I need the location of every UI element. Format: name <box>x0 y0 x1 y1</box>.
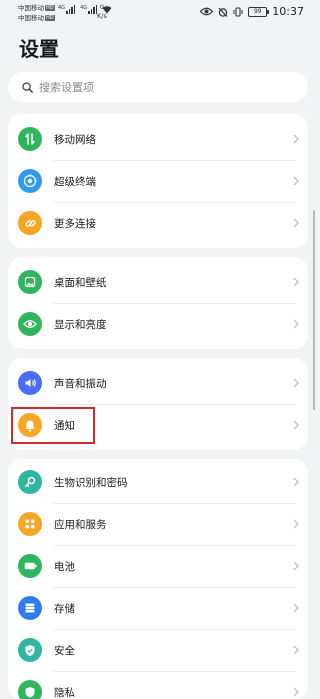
search-placeholder: 搜索设置项 <box>39 79 94 95</box>
link-icon <box>18 211 42 235</box>
network-speed-value: 0 <box>97 3 107 12</box>
chevron-right-icon <box>292 420 300 430</box>
page-title: 设置 <box>19 33 59 62</box>
settings-item-security[interactable]: 安全 <box>8 629 308 671</box>
signal-1-icon: 4G <box>58 5 75 14</box>
settings-item-label: 应用和服务 <box>54 517 107 532</box>
settings-item-label: 更多连接 <box>54 216 96 231</box>
hd-badge: HD <box>45 5 55 11</box>
settings-item-more-connections[interactable]: 更多连接 <box>8 202 308 244</box>
eye-comfort-icon <box>200 7 213 16</box>
settings-item-super-device[interactable]: 超级终端 <box>8 160 308 202</box>
eye-icon <box>18 312 42 336</box>
settings-item-display-brightness[interactable]: 显示和亮度 <box>8 303 308 345</box>
hd-badge: HD <box>45 15 55 21</box>
key-icon <box>18 470 42 494</box>
wallpaper-icon <box>18 270 42 294</box>
chevron-right-icon <box>292 134 300 144</box>
settings-item-label: 生物识别和密码 <box>54 475 128 490</box>
settings-item-label: 超级终端 <box>54 174 96 189</box>
status-right-group: 99 10:37 <box>200 5 304 18</box>
privacy-icon <box>18 680 42 699</box>
chevron-right-icon <box>292 687 300 697</box>
sound-icon <box>18 371 42 395</box>
settings-item-label: 存储 <box>54 601 75 616</box>
chevron-right-icon <box>292 561 300 571</box>
network-speed-unit: K/s <box>97 12 107 21</box>
highlight-annotation-box <box>11 407 95 444</box>
chevron-right-icon <box>292 319 300 329</box>
settings-item-label: 显示和亮度 <box>54 317 107 332</box>
chevron-right-icon <box>292 477 300 487</box>
settings-item-storage[interactable]: 存储 <box>8 587 308 629</box>
search-icon <box>22 82 33 93</box>
apps-icon <box>18 512 42 536</box>
mobile-network-icon <box>18 127 42 151</box>
settings-item-label: 安全 <box>54 643 75 658</box>
chevron-right-icon <box>292 277 300 287</box>
super-device-icon <box>18 169 42 193</box>
chevron-right-icon <box>292 645 300 655</box>
chevron-right-icon <box>292 603 300 613</box>
battery-indicator: 99 <box>248 7 267 17</box>
settings-item-label: 桌面和壁纸 <box>54 275 107 290</box>
search-input[interactable]: 搜索设置项 <box>8 72 308 102</box>
signal-2-icon: 4G <box>80 5 97 14</box>
settings-item-biometrics-password[interactable]: 生物识别和密码 <box>8 461 308 503</box>
settings-group-connectivity: 移动网络 超级终端 更多连接 <box>8 114 308 248</box>
settings-item-label: 隐私 <box>54 685 75 699</box>
settings-item-battery[interactable]: 电池 <box>8 545 308 587</box>
shield-icon <box>18 638 42 662</box>
settings-item-label: 电池 <box>54 559 75 574</box>
chevron-right-icon <box>292 218 300 228</box>
settings-item-mobile-network[interactable]: 移动网络 <box>8 118 308 160</box>
settings-item-label: 声音和振动 <box>54 376 107 391</box>
clock-time: 10:37 <box>272 5 304 18</box>
settings-group-display: 桌面和壁纸 显示和亮度 <box>8 257 308 349</box>
settings-item-apps-services[interactable]: 应用和服务 <box>8 503 308 545</box>
storage-icon <box>18 596 42 620</box>
chevron-right-icon <box>292 378 300 388</box>
carrier-info: 中国移动 HD 中国移动 HD <box>18 3 55 23</box>
battery-icon <box>18 554 42 578</box>
settings-item-wallpaper[interactable]: 桌面和壁纸 <box>8 261 308 303</box>
signal-2-type: 4G <box>80 5 87 11</box>
network-speed: 0 K/s <box>97 3 107 21</box>
status-bar: 中国移动 HD 中国移动 HD 4G 4G 0 K/s <box>0 0 320 26</box>
vibrate-icon <box>233 7 243 17</box>
signal-1-type: 4G <box>58 5 65 11</box>
settings-item-sound-vibration[interactable]: 声音和振动 <box>8 362 308 404</box>
chevron-right-icon <box>292 176 300 186</box>
settings-item-privacy[interactable]: 隐私 <box>8 671 308 699</box>
settings-item-label: 移动网络 <box>54 132 96 147</box>
chevron-right-icon <box>292 519 300 529</box>
carrier-1-name: 中国移动 <box>18 3 44 13</box>
vertical-scrollbar[interactable] <box>313 210 315 410</box>
settings-group-system: 生物识别和密码 应用和服务 电池 存储 安全 隐私 <box>8 459 308 699</box>
alarm-off-icon <box>218 7 228 17</box>
carrier-2-name: 中国移动 <box>18 13 44 23</box>
